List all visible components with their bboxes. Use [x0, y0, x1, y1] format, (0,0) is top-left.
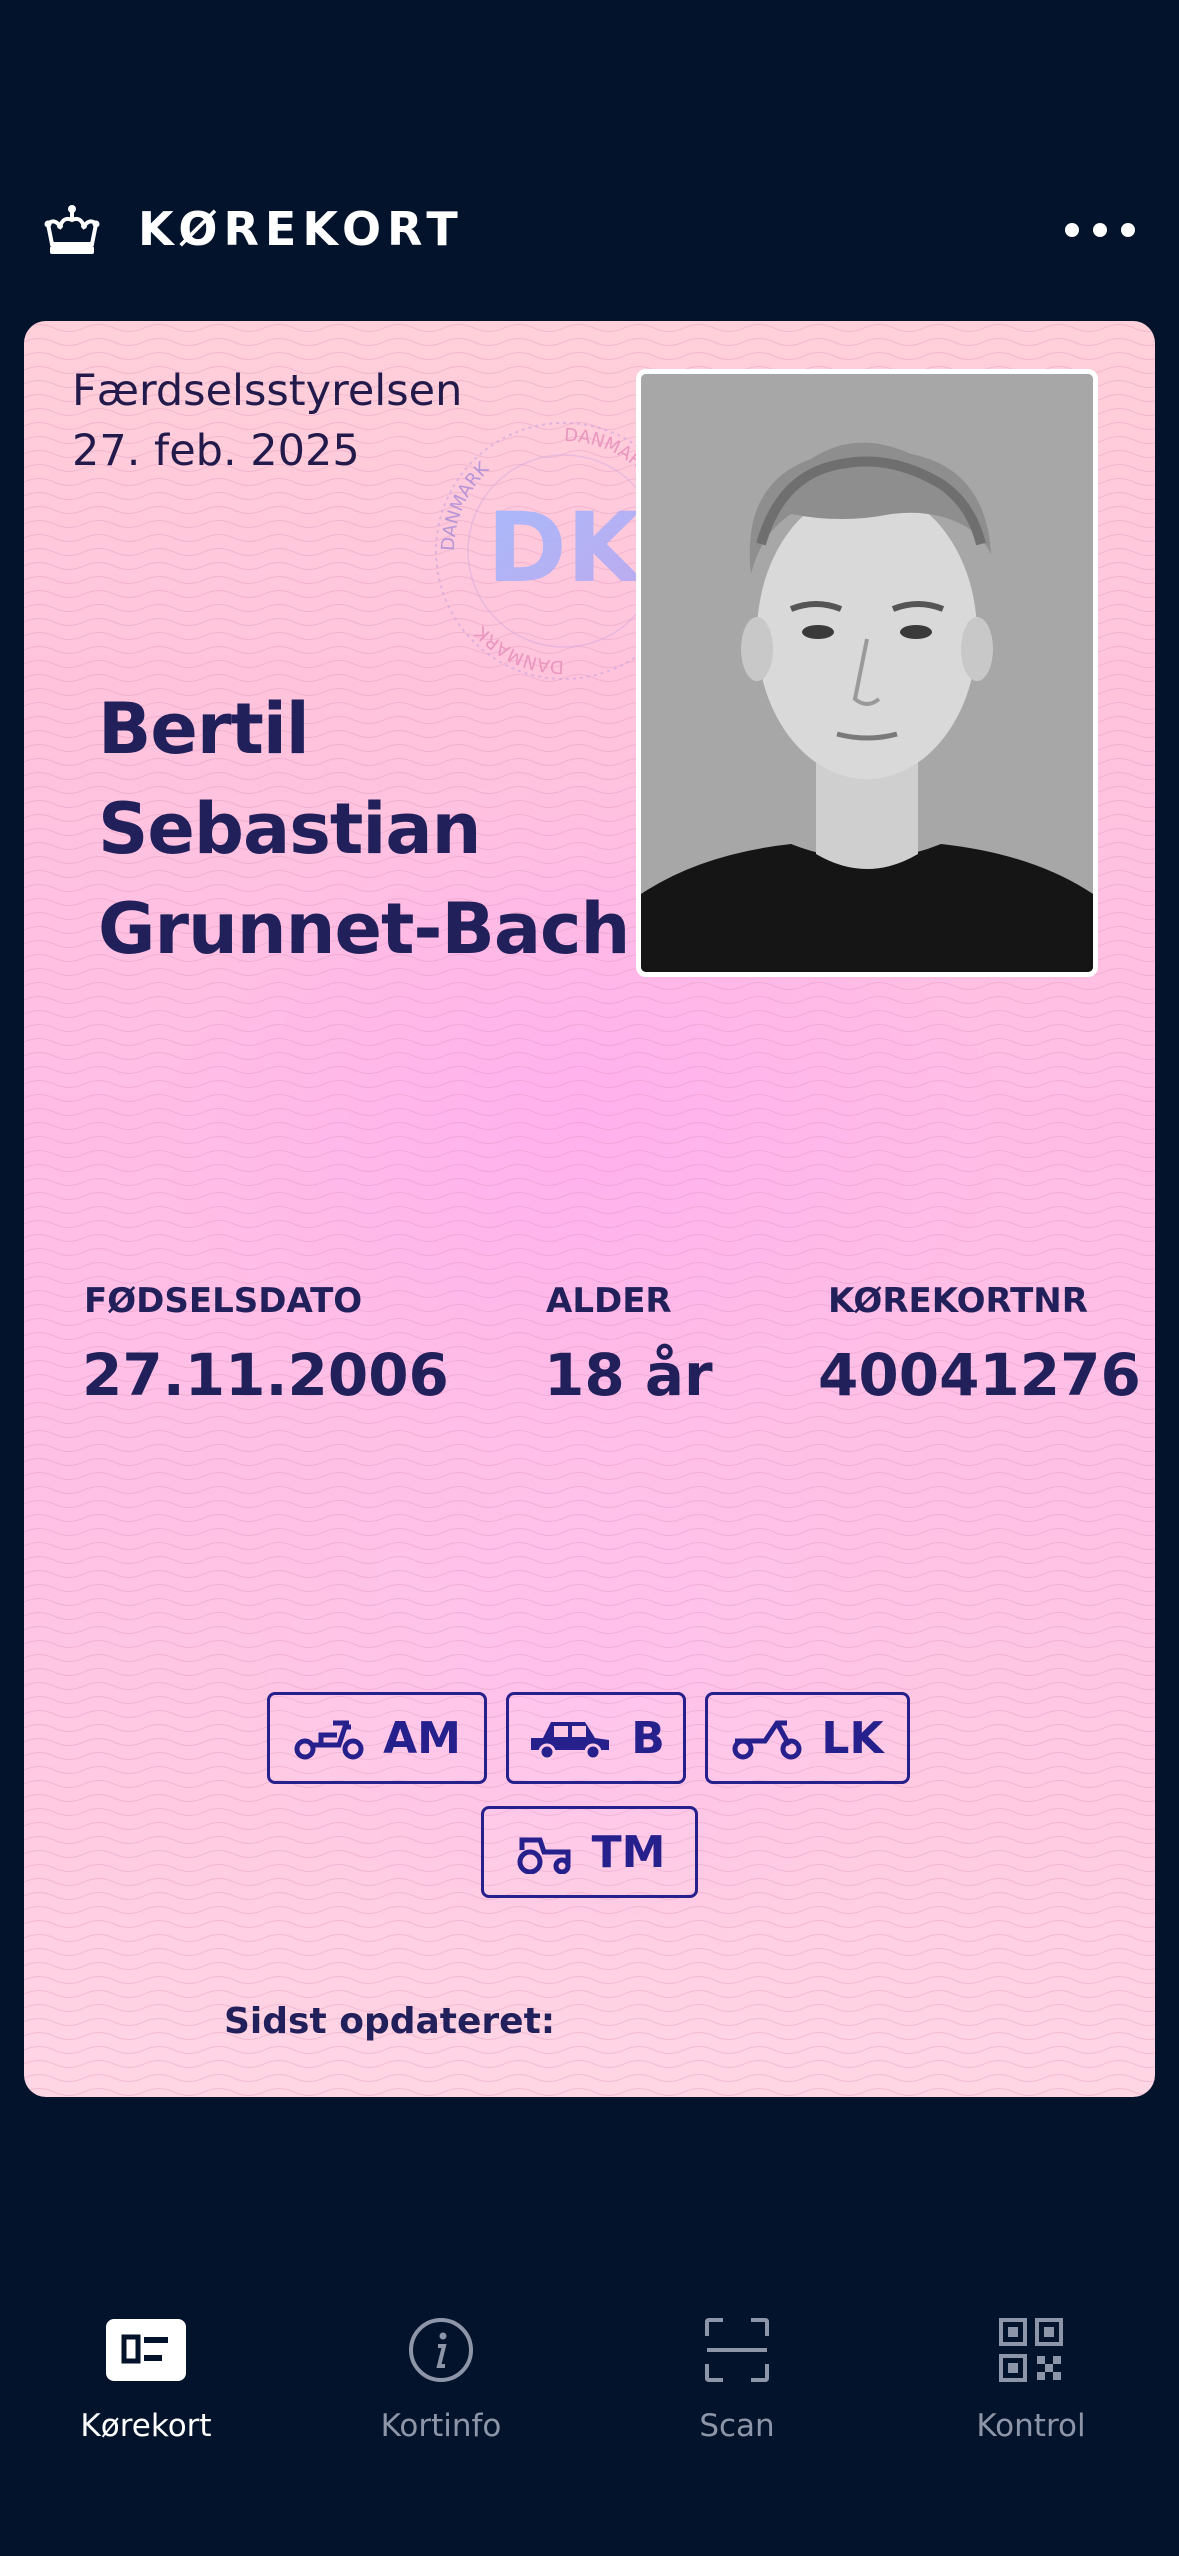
car-icon [531, 1722, 610, 1760]
category-tm[interactable]: TM [481, 1806, 698, 1898]
app-screen: KØREKORT Færdselsstyrelsen 27. feb. 2025 [0, 0, 1179, 2556]
moped-icon [294, 1720, 364, 1760]
birthdate-label: FØDSELSDATO [84, 1281, 363, 1321]
svg-text:DANMARK: DANMARK [438, 457, 494, 551]
nav-item-kontrol[interactable]: Kontrol [921, 2310, 1141, 2444]
crown-icon [44, 205, 100, 254]
age-label: ALDER [546, 1281, 672, 1321]
svg-text:DANMARK: DANMARK [470, 621, 564, 677]
info-icon [409, 2318, 473, 2382]
seal-ring-text-4: DANMARK [470, 621, 564, 677]
category-lk-code: LK [821, 1712, 884, 1764]
tractor-icon [517, 1837, 571, 1874]
issuer-block: Færdselsstyrelsen 27. feb. 2025 [72, 361, 462, 481]
license-card: Færdselsstyrelsen 27. feb. 2025 DANMARK … [24, 321, 1155, 2097]
name-line-2: Sebastian [98, 788, 481, 870]
nav-item-scan[interactable]: Scan [627, 2310, 847, 2444]
top-bar: KØREKORT [0, 190, 1179, 270]
category-lk[interactable]: LK [705, 1692, 910, 1784]
scan-icon [705, 2318, 769, 2382]
portrait-illustration [641, 374, 1093, 972]
issuer-name: Færdselsstyrelsen [72, 366, 463, 416]
seal-letters: DK [487, 492, 645, 604]
category-tm-code: TM [591, 1826, 666, 1878]
holder-photo [636, 369, 1098, 977]
license-number-value: 40041276 [818, 1341, 1141, 1409]
seal-ring-text-1: DANMARK [438, 457, 494, 551]
name-line-3: Grunnet-Bach [98, 888, 630, 970]
qr-code-icon [999, 2318, 1063, 2382]
name-line-1: Bertil [98, 688, 310, 770]
category-b-code: B [631, 1712, 665, 1764]
nav-label-kortinfo: Kortinfo [380, 2408, 502, 2444]
issue-date: 27. feb. 2025 [72, 426, 360, 476]
last-updated-label: Sidst opdateret: [224, 2001, 556, 2042]
bottom-nav: Kørekort Kortinfo Scan Kontrol [0, 2310, 1179, 2510]
nav-label-korekort: Kørekort [80, 2408, 212, 2444]
holder-name: Bertil Sebastian Grunnet-Bach [98, 679, 630, 979]
id-card-icon [106, 2319, 186, 2381]
nav-item-kortinfo[interactable]: Kortinfo [331, 2310, 551, 2444]
category-am[interactable]: AM [267, 1692, 487, 1784]
category-b[interactable]: B [506, 1692, 686, 1784]
page-title: KØREKORT [138, 202, 464, 256]
nav-label-kontrol: Kontrol [976, 2408, 1086, 2444]
license-number-label: KØREKORTNR [828, 1281, 1088, 1321]
nav-label-scan: Scan [699, 2408, 775, 2444]
birthdate-value: 27.11.2006 [82, 1341, 449, 1409]
age-value: 18 år [544, 1341, 713, 1409]
category-am-code: AM [383, 1712, 461, 1764]
scooter-icon [732, 1720, 802, 1760]
more-options-icon[interactable] [1065, 212, 1135, 248]
nav-item-korekort[interactable]: Kørekort [36, 2310, 256, 2444]
